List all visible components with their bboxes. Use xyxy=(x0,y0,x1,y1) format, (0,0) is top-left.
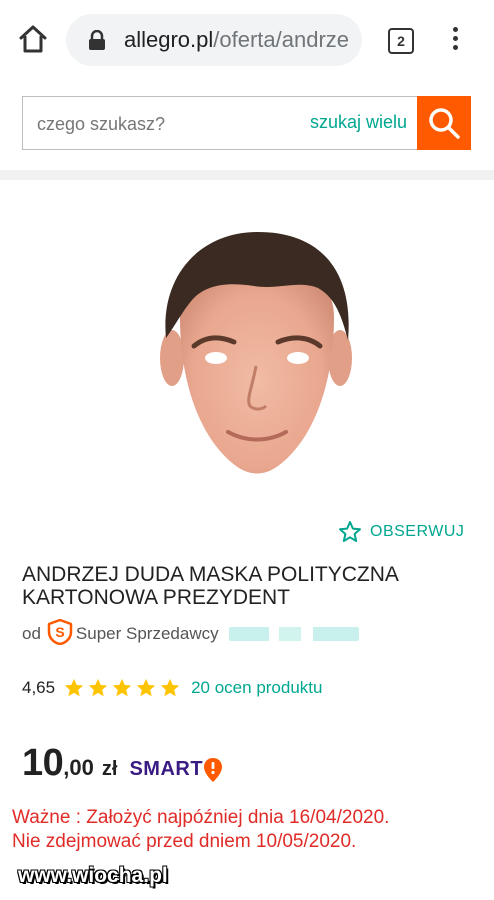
seller-label: Super Sprzedawcy xyxy=(75,624,219,643)
rating-count-link[interactable]: 20 ocen produktu xyxy=(191,678,322,698)
section-divider xyxy=(0,170,494,180)
tab-switcher-icon[interactable]: 2 xyxy=(388,28,414,54)
star-icon xyxy=(160,678,180,697)
star-outline-icon xyxy=(339,521,361,542)
observe-button[interactable]: OBSERWUJ xyxy=(338,518,464,546)
url-path: /oferta/andrze xyxy=(213,27,350,52)
svg-text:S: S xyxy=(55,624,64,640)
price: 10 ,00 zł SMART xyxy=(22,742,223,786)
rating-stars xyxy=(63,677,183,699)
search-icon xyxy=(429,108,460,139)
url-text: allegro.pl/oferta/andrze xyxy=(124,27,354,53)
smart-badge: SMART xyxy=(129,757,223,783)
star-icon xyxy=(64,678,84,697)
rating-row: 4,65 20 ocen produktu xyxy=(22,676,322,700)
price-main: 10 xyxy=(22,742,64,784)
url-domain: allegro.pl xyxy=(124,27,214,52)
seller-prefix: od xyxy=(22,624,41,643)
smart-pin-icon xyxy=(204,757,223,782)
search-bar: szukaj wielu xyxy=(0,78,494,170)
star-icon xyxy=(112,678,132,697)
star-icon xyxy=(88,678,108,697)
lock-icon xyxy=(88,29,106,50)
super-seller-badge-icon: S xyxy=(47,618,73,650)
price-cents: ,00 xyxy=(63,755,94,780)
search-many-link[interactable]: szukaj wielu xyxy=(310,112,407,133)
product-title: ANDRZEJ DUDA MASKA POLITYCZNA KARTONOWA … xyxy=(22,563,398,609)
price-currency: zł xyxy=(101,758,118,780)
notice-text: Ważne : Założyć najpóźniej dnia 16/04/20… xyxy=(12,806,482,854)
star-icon xyxy=(136,678,156,697)
smart-label: SMART xyxy=(129,758,204,780)
observe-label: OBSERWUJ xyxy=(370,523,465,540)
more-vert-icon[interactable] xyxy=(446,24,464,56)
browser-toolbar: allegro.pl/oferta/andrze 2 xyxy=(0,0,494,79)
notice-line-1: Ważne : Założyć najpóźniej dnia 16/04/20… xyxy=(12,807,390,828)
seller-info: od S Super Sprzedawcy xyxy=(22,618,359,646)
notice-line-2: Nie zdejmować przed dniem 10/05/2020. xyxy=(12,831,357,852)
search-box: szukaj wielu xyxy=(22,96,417,151)
rating-value: 4,65 xyxy=(22,678,56,697)
product-image[interactable] xyxy=(158,228,354,480)
address-bar[interactable]: allegro.pl/oferta/andrze xyxy=(66,14,362,66)
seller-name-blurred[interactable] xyxy=(228,627,359,641)
home-icon[interactable] xyxy=(16,24,50,54)
search-input[interactable] xyxy=(35,97,269,151)
watermark: www.wiocha.pl xyxy=(18,864,168,887)
search-button[interactable] xyxy=(417,96,471,150)
